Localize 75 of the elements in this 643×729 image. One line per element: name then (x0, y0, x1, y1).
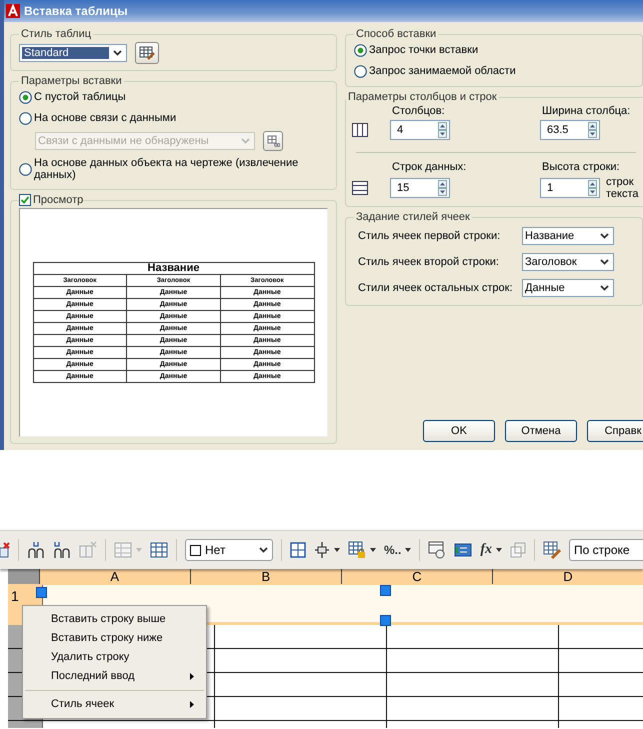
radio-button[interactable] (19, 162, 32, 176)
menu-item[interactable]: Стиль ячеек (23, 695, 206, 714)
radio-label: Запрос занимаемой области (369, 65, 516, 78)
preview-title: Название (33, 262, 314, 275)
field-label: Стиль ячеек первой строки: (358, 230, 500, 242)
menu-item[interactable]: Вставить строку ниже (23, 629, 206, 648)
cell-style-dropdown[interactable]: Название (522, 227, 614, 246)
table-brush-icon (139, 46, 155, 60)
checkbox[interactable] (19, 194, 31, 206)
window-title: Вставка таблицы (24, 4, 128, 18)
merge-cells-icon[interactable] (114, 542, 132, 558)
menu-item[interactable]: Удалить строку (23, 648, 206, 667)
field-label: Высота строки: (541, 161, 621, 173)
submenu-arrow-icon (190, 700, 194, 708)
radio-button[interactable] (19, 91, 32, 104)
submenu-arrow-icon (190, 672, 194, 680)
delete-table-icon[interactable] (0, 542, 10, 558)
columns-icon (352, 123, 368, 137)
link-refresh-icon[interactable] (454, 542, 472, 558)
field-label: Строк данных: (391, 161, 468, 173)
table-style-dropdown[interactable]: Standard (19, 44, 127, 62)
caret-icon[interactable] (370, 548, 376, 552)
grip-handle[interactable] (380, 585, 391, 596)
data-link-button[interactable] (263, 131, 283, 151)
field-label: Стили ячеек остальных строк: (358, 282, 513, 294)
row-style-field[interactable]: По строке (569, 539, 643, 561)
radio-button[interactable] (354, 65, 367, 78)
table-lock-icon[interactable] (348, 541, 366, 559)
radio-label: На основе данных объекта на чертеже (извлечение данных) (34, 157, 300, 182)
align-icon[interactable] (314, 542, 330, 558)
radio-label: Запрос точки вставки (369, 44, 478, 57)
insert-block-icon[interactable] (428, 541, 446, 559)
group-title: Параметры столбцов и строк (347, 91, 498, 103)
group-title: Задание стилей ячеек (355, 211, 471, 224)
menu-item[interactable]: Последний ввод (23, 667, 206, 686)
dialog-button[interactable]: OK (423, 420, 495, 442)
cell-style-dropdown[interactable]: Заголовок (522, 253, 614, 272)
caret-icon[interactable] (405, 548, 412, 552)
app-logo-icon (6, 4, 20, 18)
insert-column-icon[interactable] (27, 541, 45, 559)
radio-label: На основе связи с данными (34, 112, 176, 125)
group-title: Способ вставки (355, 28, 438, 40)
checkbox-label: Просмотр (33, 194, 84, 206)
dialog-button[interactable]: Справк (587, 420, 643, 442)
corner-cell (8, 569, 39, 584)
radio-button[interactable] (19, 112, 32, 125)
formula-button[interactable]: fx (480, 542, 492, 558)
caret-icon[interactable] (334, 548, 340, 552)
field-label: Столбцов: (391, 105, 446, 117)
radio-label: С пустой таблицы (34, 91, 126, 104)
dialog-button[interactable]: Отмена (505, 420, 577, 442)
cell-style-dropdown[interactable]: Данные (522, 279, 614, 298)
table-style-button[interactable] (135, 42, 159, 64)
columns-spinner[interactable]: 4 (390, 120, 450, 140)
data-rows-spinner[interactable]: 15 (390, 178, 450, 198)
field-label: Ширина столбца: (541, 105, 632, 117)
grip-handle[interactable] (380, 615, 391, 626)
radio-button[interactable] (354, 44, 367, 57)
table-link-icon (266, 135, 280, 147)
group-title: Параметры вставки (20, 75, 123, 87)
cell-style-icon[interactable] (543, 541, 562, 559)
caret-icon[interactable] (496, 548, 502, 552)
group-title: Стиль таблиц (20, 28, 92, 40)
grip-handle[interactable] (36, 587, 47, 598)
row-height-spinner[interactable]: 1 (540, 178, 600, 198)
insert-column-icon[interactable] (53, 541, 71, 559)
data-format-button[interactable]: %.. (384, 543, 402, 557)
rows-icon (352, 181, 368, 196)
table-grid-icon[interactable] (150, 542, 168, 558)
column-width-spinner[interactable]: 63.5 (540, 120, 600, 140)
unit-label: строк текста (606, 176, 640, 200)
cell-borders-icon[interactable] (290, 542, 306, 558)
manage-cell-icon[interactable] (510, 542, 526, 558)
field-label: Стиль ячеек второй строки: (358, 256, 499, 268)
border-dropdown[interactable]: Нет (185, 539, 273, 561)
